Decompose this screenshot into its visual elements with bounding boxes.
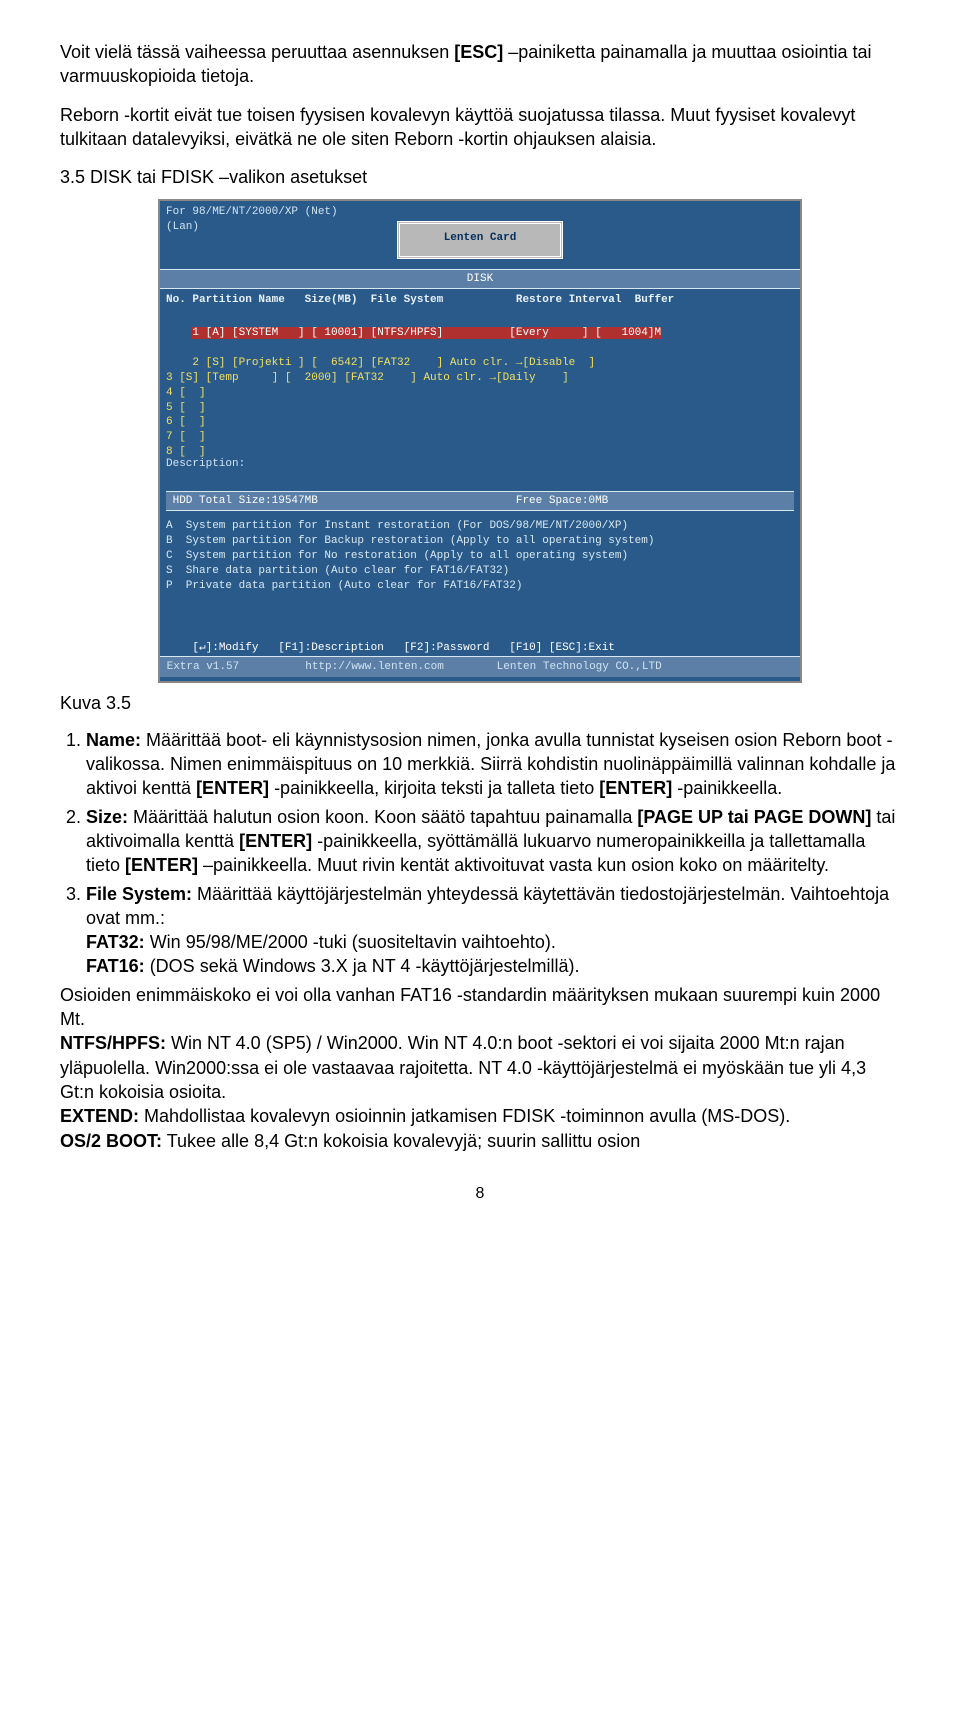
figure-caption: Kuva 3.5 [60, 691, 900, 715]
text: Tukee alle 8,4 Gt:n kokoisia kovalevyjä;… [162, 1131, 640, 1151]
fat32-label: FAT32: [86, 932, 145, 952]
ss-bottom-keys: [↵]:Modify [F1]:Description [F2]:Passwor… [166, 641, 794, 656]
intro-paragraph-2: Reborn -kortit eivät tue toisen fyysisen… [60, 103, 900, 152]
section-heading: 3.5 DISK tai FDISK –valikon asetukset [60, 165, 900, 189]
text: -painikkeella. [672, 778, 782, 798]
numbered-list: Name: Määrittää boot- eli käynnistysosio… [86, 728, 900, 979]
ss-rows-rest: 2 [S] [Projekti ] [ 6542] [FAT32 ] Auto … [166, 357, 595, 458]
text: Määrittää halutun osion koon. Koon säätö… [128, 807, 637, 827]
enter-key: [ENTER] [599, 778, 672, 798]
esc-key: [ESC] [454, 42, 503, 62]
list-item-3: File System: Määrittää käyttöjärjestelmä… [86, 882, 900, 979]
text: -painikkeella, kirjoita teksti ja tallet… [269, 778, 599, 798]
text: Voit vielä tässä vaiheessa peruuttaa ase… [60, 42, 454, 62]
text: Win NT 4.0 (SP5) / Win2000. Win NT 4.0:n… [60, 1033, 866, 1102]
intro-paragraph-1: Voit vielä tässä vaiheessa peruuttaa ase… [60, 40, 900, 89]
field-name: Name: [86, 730, 141, 750]
list-item-1: Name: Määrittää boot- eli käynnistysosio… [86, 728, 900, 801]
ss-table-rows: 1 [A] [SYSTEM ] [ 10001] [NTFS/HPFS] [Ev… [166, 311, 794, 474]
enter-key: [ENTER] [196, 778, 269, 798]
text: Win 95/98/ME/2000 -tuki (suositeltavin v… [145, 932, 556, 952]
ss-card-label: Lenten Card [397, 221, 563, 259]
field-name: File System: [86, 884, 192, 904]
ss-disk-title: DISK [160, 269, 800, 289]
ntfs-label: NTFS/HPFS: [60, 1033, 166, 1053]
text: Osioiden enimmäiskoko ei voi olla vanhan… [60, 985, 880, 1029]
enter-key: [ENTER] [125, 855, 198, 875]
enter-key: [ENTER] [239, 831, 312, 851]
text: –painikkeella. Muut rivin kentät aktivoi… [198, 855, 829, 875]
os2boot-label: OS/2 BOOT: [60, 1131, 162, 1151]
ss-row-selected: 1 [A] [SYSTEM ] [ 10001] [NTFS/HPFS] [Ev… [192, 327, 661, 339]
continuation-text: Osioiden enimmäiskoko ei voi olla vanhan… [60, 983, 900, 1153]
text: Mahdollistaa kovalevyn osioinnin jatkami… [139, 1106, 790, 1126]
extend-label: EXTEND: [60, 1106, 139, 1126]
ss-description-label: Description: [166, 457, 245, 472]
page-key: [PAGE UP tai PAGE DOWN] [637, 807, 871, 827]
page-number: 8 [60, 1183, 900, 1205]
ss-table-header: No. Partition Name Size(MB) File System … [166, 293, 794, 308]
ss-footer: Extra v1.57 http://www.lenten.com Lenten… [160, 656, 800, 677]
field-name: Size: [86, 807, 128, 827]
disk-setup-screenshot: For 98/ME/NT/2000/XP (Net) (Lan) Lenten … [158, 199, 802, 683]
list-item-2: Size: Määrittää halutun osion koon. Koon… [86, 805, 900, 878]
ss-total-bar: HDD Total Size:19547MB Free Space:0MB [166, 491, 794, 511]
text: (DOS sekä Windows 3.X ja NT 4 -käyttöjär… [145, 956, 580, 976]
fat16-label: FAT16: [86, 956, 145, 976]
text: Määrittää käyttöjärjestelmän yhteydessä … [86, 884, 889, 928]
ss-legend: A System partition for Instant restorati… [166, 519, 794, 593]
